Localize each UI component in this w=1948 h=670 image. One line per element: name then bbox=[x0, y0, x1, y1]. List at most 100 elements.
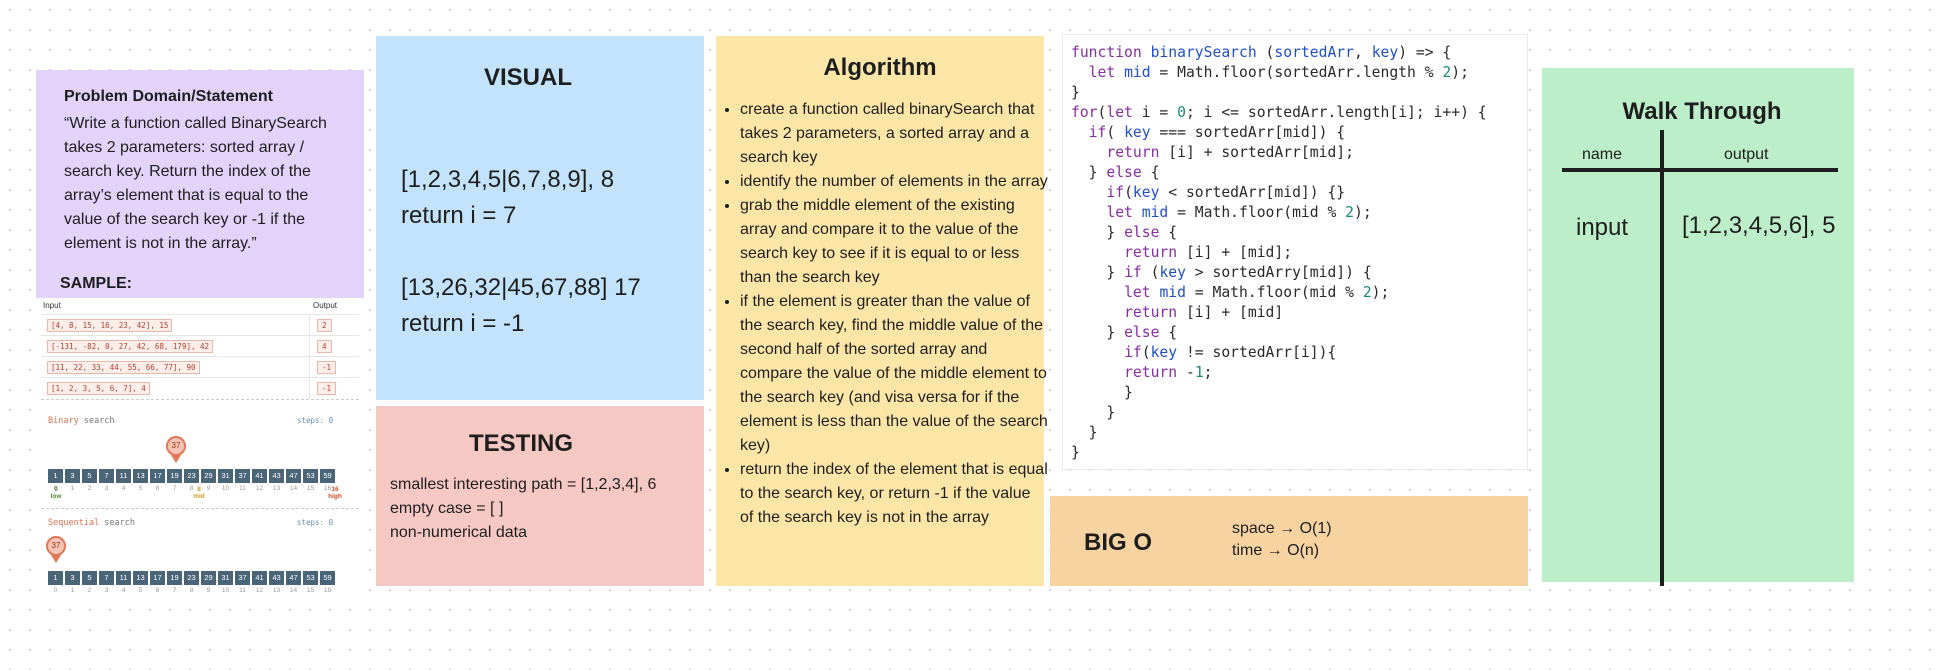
code-line: let mid = Math.floor(sortedArr.length % … bbox=[1088, 64, 1469, 81]
walk-through-sticky[interactable]: Walk Through name output input [1,2,3,4,… bbox=[1542, 68, 1854, 586]
code-line: } bbox=[1071, 384, 1133, 401]
high-marker: 16 high bbox=[328, 486, 342, 500]
array-cell: 41 bbox=[252, 571, 267, 585]
code-line: if(key != sortedArr[i]){ bbox=[1124, 344, 1337, 361]
array-cell: 1 bbox=[48, 571, 63, 585]
pin-tail-icon bbox=[171, 455, 181, 463]
array-cell: 53 bbox=[303, 571, 318, 585]
code-line: let mid = Math.floor(mid % 2); bbox=[1106, 204, 1372, 221]
code-line: } if (key > sortedArry[mid]) { bbox=[1071, 264, 1372, 281]
array-cell: 3 bbox=[65, 469, 80, 483]
table-row: [1, 2, 3, 5, 6, 7], 4 -1 bbox=[41, 377, 359, 399]
list-item: return the index of the element that is … bbox=[740, 458, 1048, 530]
list-item: if the element is greater than the value… bbox=[740, 290, 1048, 458]
code-line: } else { bbox=[1071, 324, 1178, 341]
array-cell: 1 bbox=[48, 469, 63, 483]
array-cell: 3 bbox=[65, 571, 80, 585]
table-row: [4, 8, 15, 16, 23, 42], 15 2 bbox=[41, 314, 359, 336]
algorithm-steps-list: create a function called binarySearch th… bbox=[724, 98, 1048, 530]
array-index: 6 bbox=[155, 485, 160, 492]
array-index: 14 bbox=[289, 587, 298, 594]
visual-result-1: return i = 7 bbox=[401, 202, 517, 229]
array-cell: 11 bbox=[116, 469, 131, 483]
testing-sticky[interactable]: TESTING smallest interesting path = [1,2… bbox=[376, 406, 704, 586]
code-line: return [i] + [mid] bbox=[1124, 304, 1284, 321]
list-item: identify the number of elements in the a… bbox=[740, 170, 1048, 194]
array-cell: 31 bbox=[218, 571, 233, 585]
sample-output-value: 4 bbox=[317, 340, 332, 353]
array-cell: 47 bbox=[286, 469, 301, 483]
sequential-array-cells: 1 3 5 7 11 13 17 19 23 29 31 37 41 43 47 53 59 bbox=[48, 571, 335, 585]
array-cell: 23 bbox=[184, 469, 199, 483]
array-index: 6 bbox=[155, 587, 160, 594]
algorithm-title: Algorithm bbox=[823, 54, 937, 81]
sample-input-value: [-131, -82, 0, 27, 42, 68, 179], 42 bbox=[47, 340, 214, 353]
array-cell: 29 bbox=[201, 571, 216, 585]
code-line: return -1; bbox=[1124, 364, 1213, 381]
array-index: 11 bbox=[239, 587, 246, 594]
array-index: 14 bbox=[289, 485, 298, 492]
table-row: [11, 22, 33, 44, 55, 66, 77], 90 -1 bbox=[41, 356, 359, 378]
problem-domain-sticky[interactable]: Problem Domain/Statement “Write a functi… bbox=[36, 70, 364, 298]
sample-output-value: -1 bbox=[317, 361, 337, 374]
binary-target-pin: 37 bbox=[166, 436, 186, 456]
walk-column-output: output bbox=[1724, 146, 1769, 163]
code-text: function binarySearch (sortedArr, key) =… bbox=[1071, 43, 1487, 463]
sequential-target-pin: 37 bbox=[46, 536, 66, 556]
array-cell: 17 bbox=[150, 571, 165, 585]
array-cell: 19 bbox=[167, 571, 182, 585]
array-index: 15 bbox=[306, 587, 315, 594]
array-index: 2 bbox=[87, 587, 92, 594]
code-line: } else { bbox=[1071, 224, 1178, 241]
walk-input-label: input bbox=[1576, 214, 1629, 241]
array-cell: 5 bbox=[82, 469, 97, 483]
code-block[interactable]: function binarySearch (sortedArr, key) =… bbox=[1062, 34, 1528, 470]
array-index: 15 bbox=[306, 485, 315, 492]
sample-table-input-header: Input bbox=[43, 301, 61, 310]
array-index: 9 bbox=[206, 587, 211, 594]
visual-result-2: return i = -1 bbox=[401, 310, 525, 337]
array-cell: 53 bbox=[303, 469, 318, 483]
visual-sticky[interactable]: VISUAL [1,2,3,4,5|6,7,8,9], 8 return i =… bbox=[376, 36, 704, 400]
code-line: } bbox=[1071, 444, 1080, 461]
sample-table-output-header: Output bbox=[313, 301, 338, 310]
array-index: 5 bbox=[138, 485, 143, 492]
array-index: 7 bbox=[172, 485, 177, 492]
problem-statement: “Write a function called BinarySearch ta… bbox=[64, 115, 327, 252]
array-cell: 13 bbox=[133, 571, 148, 585]
walk-input-value: [1,2,3,4,5,6], 5 bbox=[1682, 212, 1836, 239]
walk-table-vertical-line bbox=[1660, 130, 1664, 586]
array-cell: 47 bbox=[286, 571, 301, 585]
array-index: 0 bbox=[53, 587, 58, 594]
walk-column-name: name bbox=[1582, 146, 1623, 163]
code-line: } bbox=[1071, 424, 1098, 441]
algorithm-sticky[interactable]: Algorithm create a function called binar… bbox=[716, 36, 1048, 586]
binary-search-title: Binary search bbox=[48, 416, 115, 426]
time-complexity: time → O(n) bbox=[1232, 542, 1320, 559]
array-index: 3 bbox=[104, 485, 109, 492]
walk-through-title: Walk Through bbox=[1622, 98, 1782, 125]
big-o-sticky[interactable]: BIG O space → O(1) time → O(n) bbox=[1050, 496, 1528, 586]
array-cell: 7 bbox=[99, 571, 114, 585]
array-cell: 23 bbox=[184, 571, 199, 585]
binary-array-cells: 1 3 5 7 11 13 17 19 23 29 31 37 41 43 47 53 59 bbox=[48, 469, 335, 483]
walk-table-horizontal-line bbox=[1562, 168, 1838, 172]
array-cell: 13 bbox=[133, 469, 148, 483]
testing-case-2: empty case = [ ] bbox=[390, 500, 504, 517]
array-index: 3 bbox=[104, 587, 109, 594]
array-index: 2 bbox=[87, 485, 92, 492]
testing-case-3: non-numerical data bbox=[390, 524, 527, 541]
code-line: function binarySearch (sortedArr, key) =… bbox=[1071, 44, 1452, 61]
code-line: } bbox=[1071, 404, 1116, 421]
sequential-array-indices: 0 1 2 3 4 5 6 7 8 9 10 11 12 13 14 15 16 bbox=[48, 587, 335, 594]
table-row: [-131, -82, 0, 27, 42, 68, 179], 42 4 bbox=[41, 335, 359, 357]
array-index: 5 bbox=[138, 587, 143, 594]
array-cell: 43 bbox=[269, 469, 284, 483]
array-index: 1 bbox=[70, 587, 75, 594]
array-index: 7 bbox=[172, 587, 177, 594]
sample-image[interactable]: Input Output [4, 8, 15, 16, 23, 42], 15 … bbox=[36, 298, 364, 598]
code-line: } bbox=[1071, 84, 1080, 101]
array-cell: 5 bbox=[82, 571, 97, 585]
array-cell: 37 bbox=[235, 469, 250, 483]
pin-tail-icon bbox=[51, 555, 61, 563]
